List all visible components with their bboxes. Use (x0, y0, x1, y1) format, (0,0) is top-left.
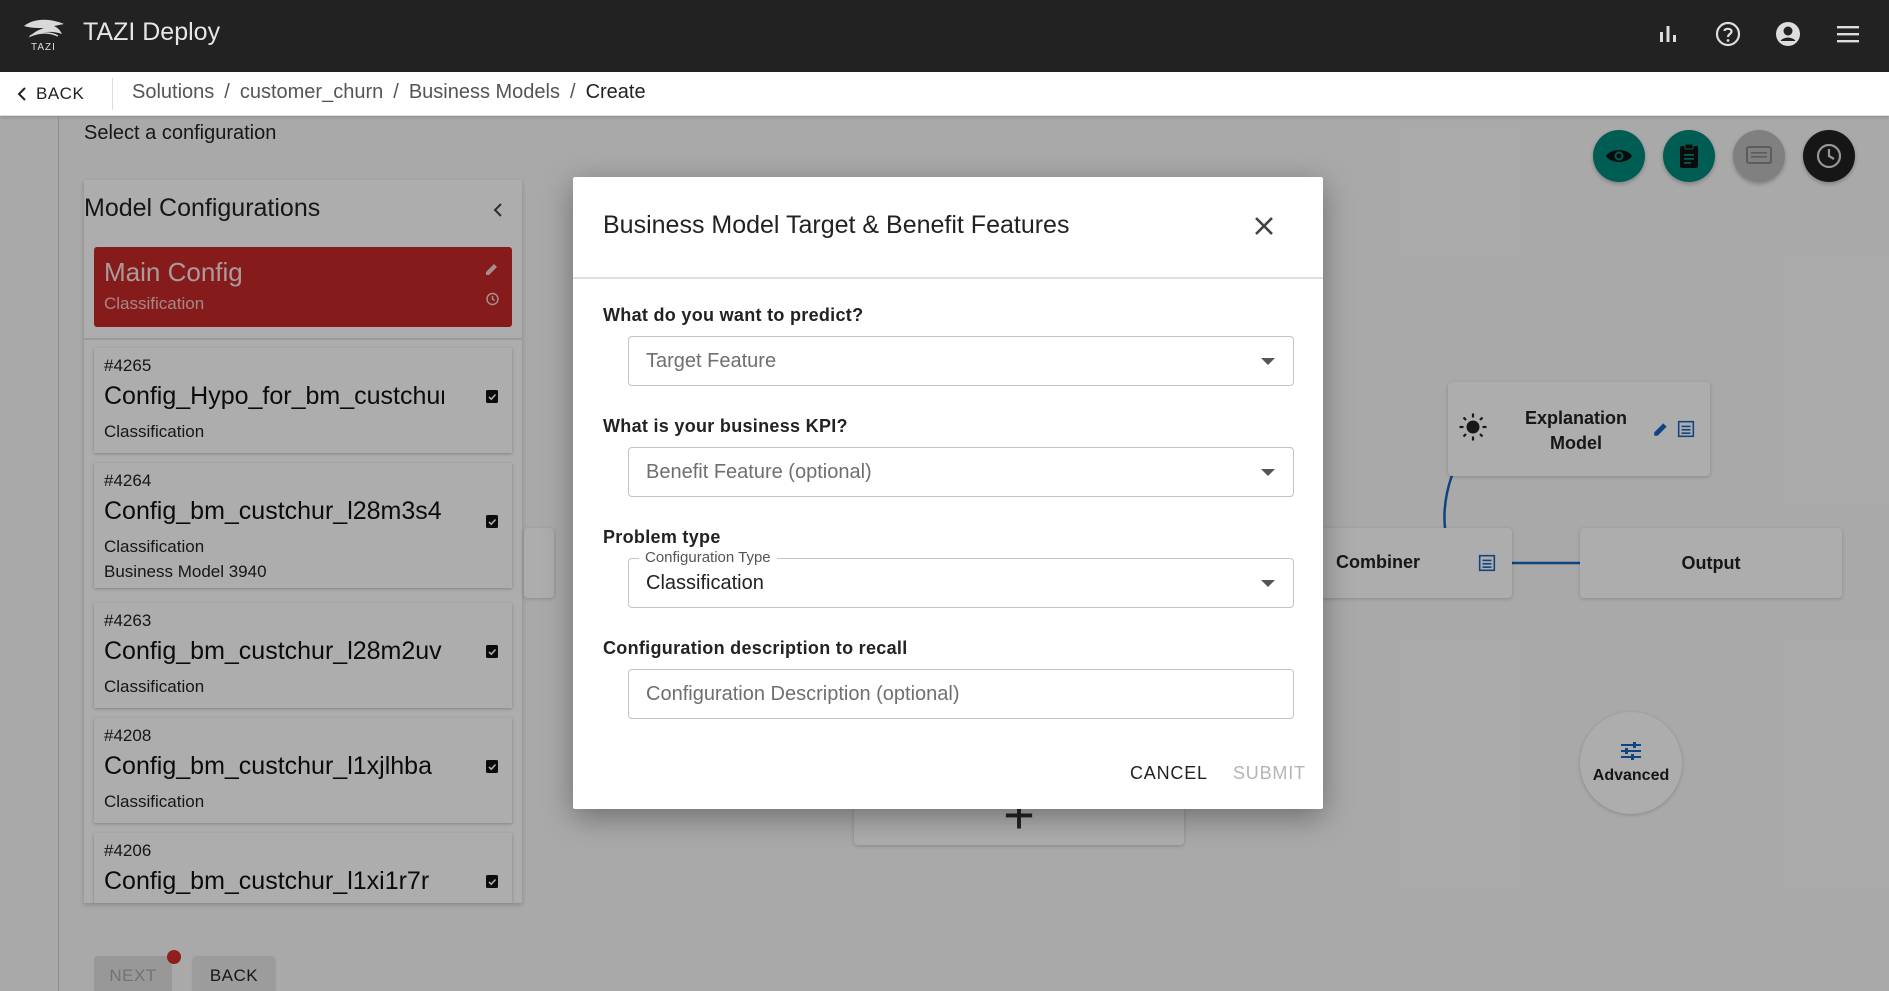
target-feature-select[interactable]: Target Feature (628, 336, 1294, 386)
configuration-type-value: Classification (646, 572, 764, 594)
target-feature-placeholder: Target Feature (646, 350, 777, 372)
breadcrumb-business-models[interactable]: Business Models (409, 81, 560, 104)
chevron-left-icon (17, 87, 26, 101)
target-question: What do you want to predict? (603, 305, 864, 325)
breadcrumb-bar: BACK Solutions / customer_churn / Busine… (0, 72, 1889, 116)
configuration-description-placeholder: Configuration Description (optional) (646, 683, 960, 705)
breadcrumb-current: Create (585, 81, 646, 103)
breadcrumb: Solutions / customer_churn / Business Mo… (132, 81, 646, 104)
bar-chart-icon[interactable] (1652, 18, 1684, 50)
menu-icon[interactable] (1832, 18, 1864, 50)
app-title: TAZI Deploy (83, 18, 221, 46)
dropdown-arrow-icon (1261, 358, 1275, 365)
help-icon[interactable] (1712, 18, 1744, 50)
problem-type-question: Problem type (603, 527, 721, 547)
benefit-feature-placeholder: Benefit Feature (optional) (646, 461, 872, 483)
app-bar: TAZI TAZI Deploy (0, 0, 1889, 72)
breadcrumb-separator: / (570, 81, 576, 103)
dropdown-arrow-icon (1261, 469, 1275, 476)
breadcrumb-solutions[interactable]: Solutions (132, 81, 214, 104)
dialog-title: Business Model Target & Benefit Features (603, 211, 1070, 239)
account-icon[interactable] (1772, 18, 1804, 50)
submit-button[interactable]: SUBMIT (1233, 763, 1306, 784)
dropdown-arrow-icon (1261, 580, 1275, 587)
business-model-dialog: Business Model Target & Benefit Features… (573, 177, 1323, 809)
breadcrumb-separator: / (393, 81, 399, 103)
configuration-description-input[interactable]: Configuration Description (optional) (628, 669, 1294, 719)
back-button-label: BACK (36, 84, 85, 103)
breadcrumb-divider (112, 78, 113, 110)
cancel-button[interactable]: CANCEL (1130, 763, 1208, 784)
logo-text: TAZI (31, 42, 56, 53)
close-icon[interactable] (1251, 213, 1277, 239)
configuration-type-select[interactable]: Configuration Type Classification (628, 549, 1294, 608)
configuration-type-label: Configuration Type (639, 549, 777, 566)
back-button[interactable]: BACK (16, 82, 84, 106)
breadcrumb-separator: / (224, 81, 230, 103)
kpi-question: What is your business KPI? (603, 416, 848, 436)
breadcrumb-solution[interactable]: customer_churn (240, 81, 383, 104)
dialog-header-divider (573, 277, 1323, 279)
description-question: Configuration description to recall (603, 638, 908, 658)
benefit-feature-select[interactable]: Benefit Feature (optional) (628, 447, 1294, 497)
